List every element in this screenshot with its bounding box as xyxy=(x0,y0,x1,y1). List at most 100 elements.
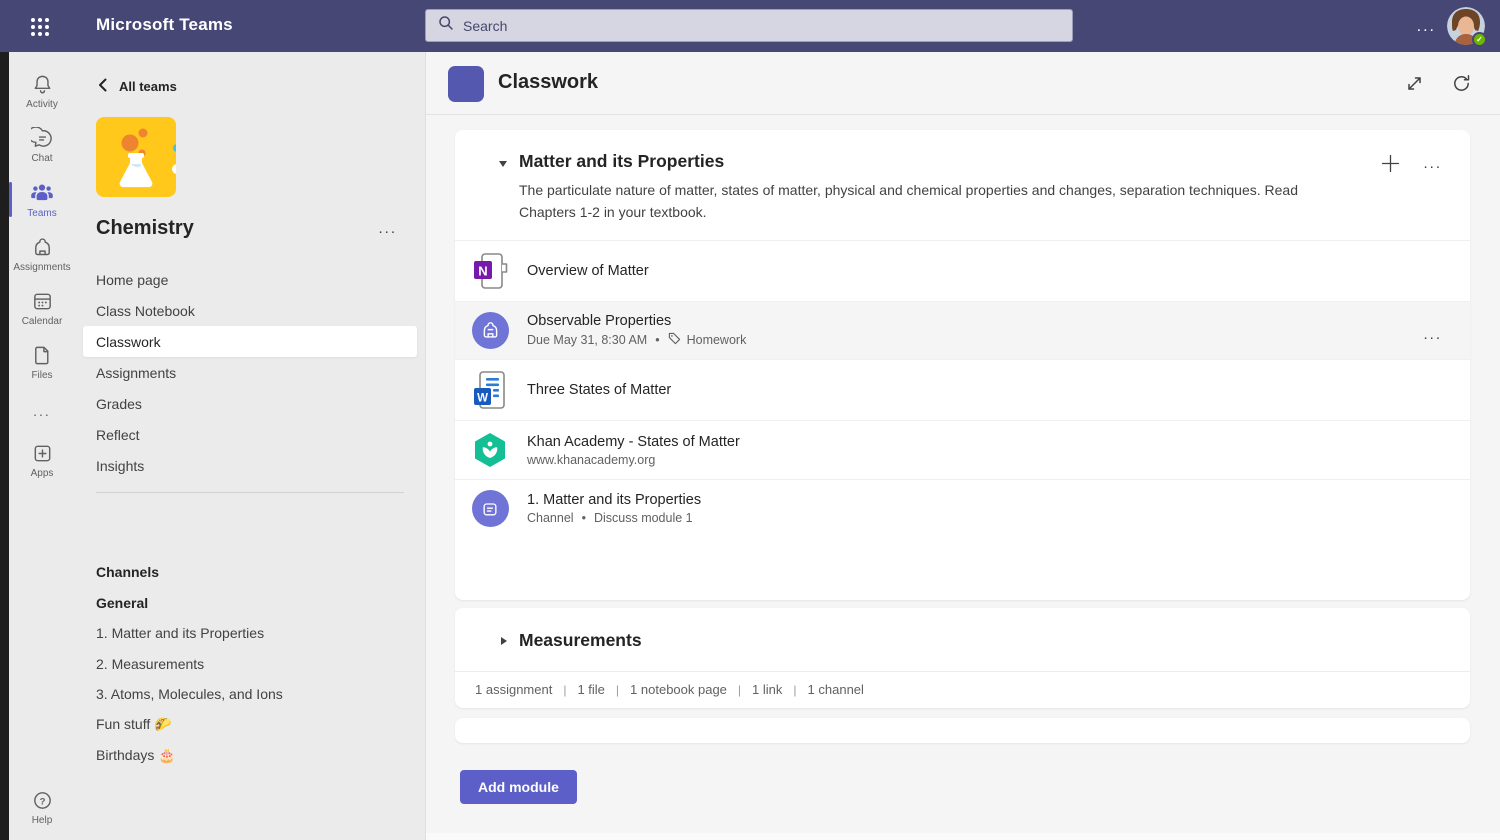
channel-fun-stuff[interactable]: Fun stuff 🌮 xyxy=(75,710,425,741)
item-type-label: Channel xyxy=(527,511,574,525)
channel-matter-properties[interactable]: 1. Matter and its Properties xyxy=(75,618,425,649)
topbar-more-icon[interactable]: ... xyxy=(1417,18,1436,36)
refresh-icon[interactable] xyxy=(1451,73,1472,99)
bullet-separator xyxy=(580,511,588,525)
item-title: Observable Properties xyxy=(527,313,746,329)
team-avatar-chemistry[interactable] xyxy=(96,117,176,197)
rail-item-activity[interactable]: Activity xyxy=(9,64,75,118)
item-link-url: www.khanacademy.org xyxy=(527,453,655,467)
bottom-edge-strip xyxy=(426,833,1500,840)
team-more-icon[interactable]: ... xyxy=(378,220,397,237)
app-launcher-waffle-icon[interactable] xyxy=(29,16,51,38)
back-label: All teams xyxy=(119,79,177,94)
collapse-caret-icon[interactable] xyxy=(499,161,507,167)
svg-text:W: W xyxy=(477,393,488,405)
classwork-tab-icon xyxy=(448,66,484,102)
stat-channels: 1 channel xyxy=(782,682,864,697)
classwork-item-khan-academy-link[interactable]: Khan Academy - States of Matter www.khan… xyxy=(455,420,1470,479)
rail-item-assignments[interactable]: Assignments xyxy=(9,227,75,281)
search-input[interactable]: Search xyxy=(425,9,1073,42)
search-placeholder: Search xyxy=(463,18,507,34)
rail-item-files[interactable]: Files xyxy=(9,335,75,389)
menu-item-class-notebook[interactable]: Class Notebook xyxy=(83,295,417,326)
team-menu: Home page Class Notebook Classwork Assig… xyxy=(75,264,425,493)
khan-academy-link-icon xyxy=(470,431,510,469)
help-icon: ? xyxy=(31,789,54,812)
rail-item-label: Files xyxy=(31,370,52,381)
rail-item-label: Assignments xyxy=(13,262,70,273)
active-rail-indicator xyxy=(9,182,12,217)
presence-available-badge: ✓ xyxy=(1472,32,1487,47)
module-title[interactable]: Measurements xyxy=(519,630,642,650)
apps-plus-icon xyxy=(31,442,54,465)
channels-heading: Channels xyxy=(75,557,425,588)
item-due-date: Due May 31, 8:30 AM xyxy=(527,333,647,347)
rail-item-label: Apps xyxy=(31,468,54,479)
rail-item-label: Calendar xyxy=(22,316,63,327)
classwork-item-observable-properties[interactable]: Observable Properties Due May 31, 8:30 A… xyxy=(455,301,1470,359)
channel-icon xyxy=(470,490,510,527)
app-rail: Activity Chat Teams xyxy=(9,52,75,840)
main-panel: Classwork Matter and its Properties The … xyxy=(426,52,1500,840)
svg-text:?: ? xyxy=(39,796,45,807)
menu-item-grades[interactable]: Grades xyxy=(83,388,417,419)
user-avatar[interactable]: ✓ xyxy=(1447,7,1485,45)
classwork-item-overview-of-matter[interactable]: N Overview of Matter xyxy=(455,240,1470,301)
rail-item-chat[interactable]: Chat xyxy=(9,118,75,172)
add-item-plus-icon[interactable] xyxy=(1381,154,1400,178)
page-title: Classwork xyxy=(498,71,598,94)
menu-item-insights[interactable]: Insights xyxy=(83,450,417,481)
expand-icon[interactable] xyxy=(1404,73,1425,99)
menu-item-classwork[interactable]: Classwork xyxy=(83,326,417,357)
top-bar: Microsoft Teams Search ... ✓ xyxy=(0,0,1500,52)
chevron-left-icon xyxy=(97,78,108,95)
teams-people-icon xyxy=(30,181,54,205)
expand-caret-icon[interactable] xyxy=(501,637,507,645)
empty-module-strip xyxy=(455,718,1470,743)
chat-bubble-icon xyxy=(31,127,54,150)
team-name: Chemistry xyxy=(96,217,194,240)
stat-files: 1 file xyxy=(552,682,605,697)
backpack-icon xyxy=(31,236,54,259)
search-icon xyxy=(438,15,454,36)
word-document-icon: W xyxy=(470,370,510,410)
team-sidebar: All teams Chemistry ... Home page Class … xyxy=(75,52,426,840)
channel-atoms-molecules-ions[interactable]: 3. Atoms, Molecules, and Ions xyxy=(75,679,425,710)
module-title[interactable]: Matter and its Properties xyxy=(519,151,724,171)
item-title: Overview of Matter xyxy=(527,263,649,279)
back-all-teams[interactable]: All teams xyxy=(97,78,177,95)
rail-item-help[interactable]: ? Help xyxy=(9,780,75,834)
module-description: The particulate nature of matter, states… xyxy=(519,179,1320,223)
rail-item-apps[interactable]: Apps xyxy=(9,433,75,487)
channel-measurements[interactable]: 2. Measurements xyxy=(75,649,425,680)
rail-item-label: Chat xyxy=(31,153,52,164)
window-edge-strip xyxy=(0,52,9,840)
menu-item-assignments[interactable]: Assignments xyxy=(83,357,417,388)
stat-assignments: 1 assignment xyxy=(475,682,552,697)
module-more-icon[interactable]: ... xyxy=(1423,155,1442,172)
svg-text:N: N xyxy=(478,264,487,279)
item-more-icon[interactable]: ... xyxy=(1423,326,1442,343)
item-title: Khan Academy - States of Matter xyxy=(527,434,740,450)
rail-more-icon[interactable]: ... xyxy=(33,389,51,433)
module-summary-stats: 1 assignment 1 file 1 notebook page 1 li… xyxy=(455,672,1470,708)
item-tag-label: Homework xyxy=(687,333,747,347)
menu-item-reflect[interactable]: Reflect xyxy=(83,419,417,450)
calendar-icon xyxy=(31,290,54,313)
item-title: 1. Matter and its Properties xyxy=(527,492,701,508)
channel-general[interactable]: General xyxy=(75,588,425,619)
menu-item-home-page[interactable]: Home page xyxy=(83,264,417,295)
classwork-header: Classwork xyxy=(426,52,1500,115)
add-module-button[interactable]: Add module xyxy=(460,770,577,804)
app-title: Microsoft Teams xyxy=(96,15,233,35)
sidebar-divider xyxy=(96,492,404,493)
item-title: Three States of Matter xyxy=(527,382,671,398)
rail-item-calendar[interactable]: Calendar xyxy=(9,281,75,335)
rail-item-label: Activity xyxy=(26,99,58,110)
classwork-item-channel-matter[interactable]: 1. Matter and its Properties Channel Dis… xyxy=(455,479,1470,537)
tag-icon xyxy=(668,332,681,348)
rail-item-teams[interactable]: Teams xyxy=(9,172,75,227)
channel-birthdays[interactable]: Birthdays 🎂 xyxy=(75,740,425,771)
classwork-item-three-states-of-matter[interactable]: W Three States of Matter xyxy=(455,359,1470,420)
bell-icon xyxy=(31,73,54,96)
